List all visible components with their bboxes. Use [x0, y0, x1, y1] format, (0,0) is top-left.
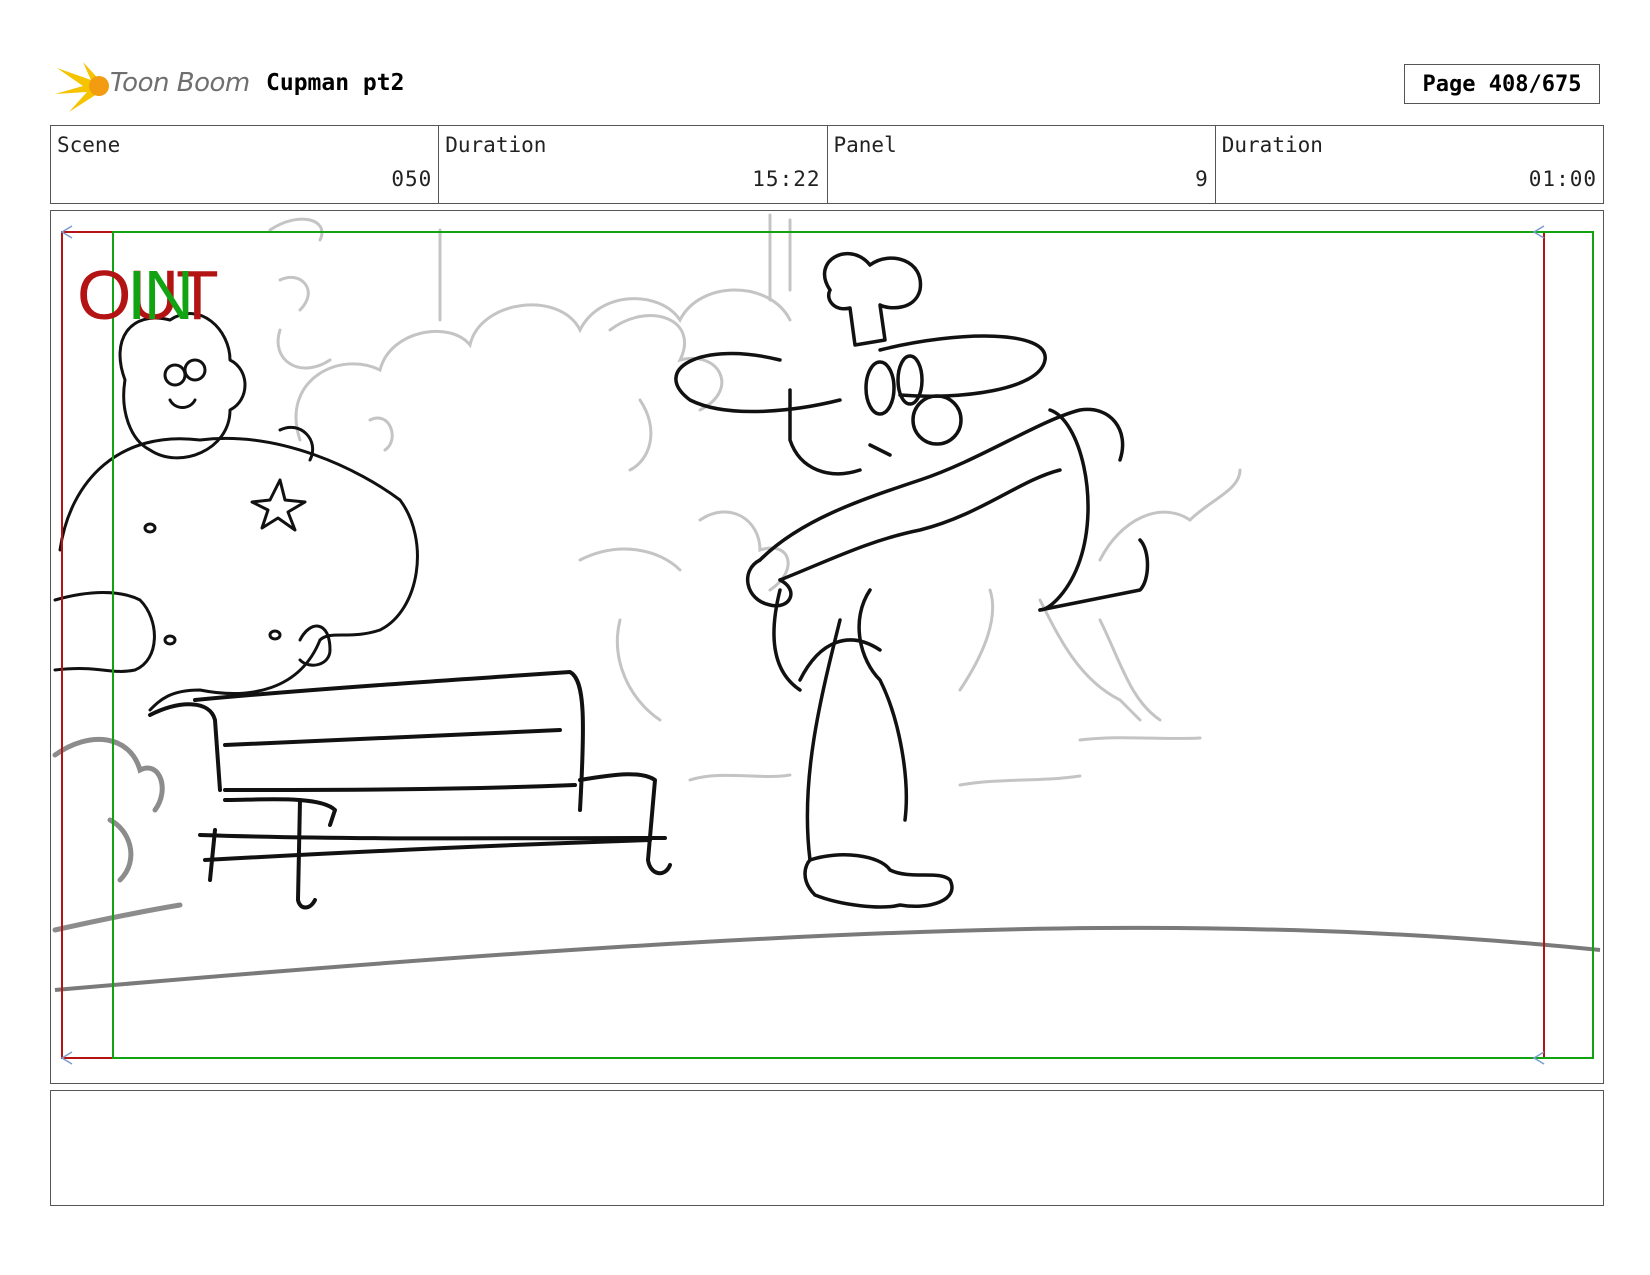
ground-line [54, 925, 1601, 992]
in-frame-label: IN [127, 256, 194, 334]
foreground-bush-sketch [52, 737, 183, 933]
park-bench-sketch [148, 670, 672, 910]
police-officer-character-sketch [53, 312, 419, 712]
storyboard-sketch [52, 213, 1601, 1065]
panel-notes-box [50, 1090, 1604, 1206]
chef-character-sketch [674, 252, 1150, 909]
out-frame-guide [61, 231, 1545, 1059]
background-bushes-sketch [268, 213, 1242, 787]
